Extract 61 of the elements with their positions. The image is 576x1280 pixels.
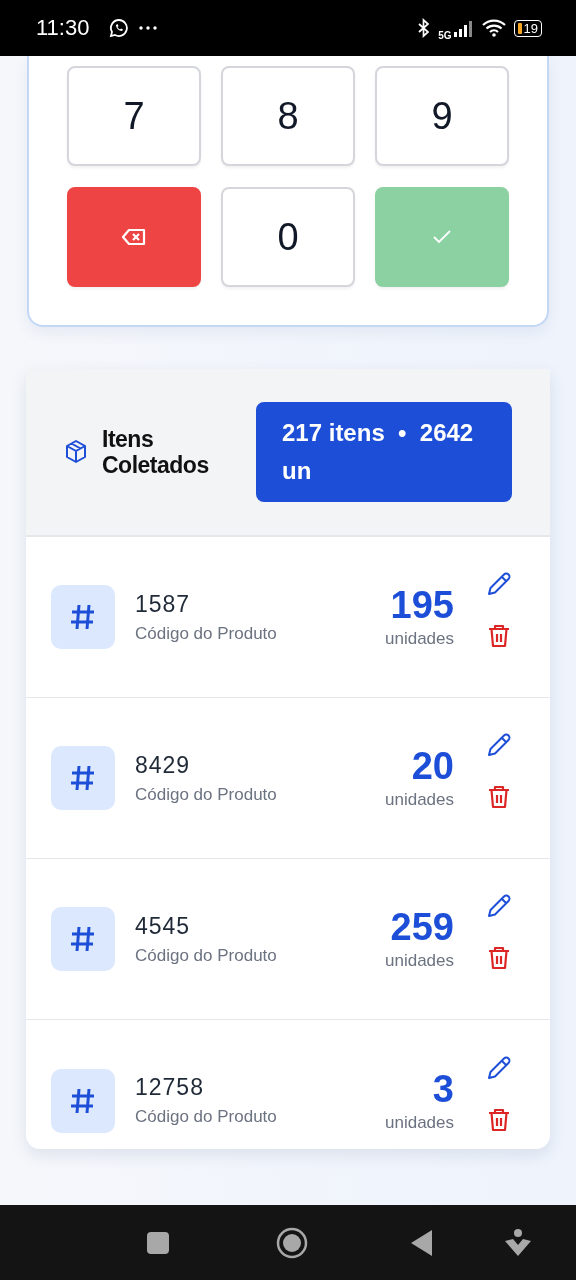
digit-key[interactable]: 7 — [67, 66, 201, 166]
product-code: 1587 — [135, 590, 191, 618]
delete-button[interactable] — [486, 623, 512, 649]
pencil-icon — [486, 732, 512, 758]
quantity-value: 259 — [390, 907, 454, 947]
unit-label: unidades — [385, 951, 454, 971]
quantity-value: 3 — [432, 1068, 454, 1109]
backspace-icon — [121, 228, 147, 246]
unit-label: unidades — [385, 629, 454, 649]
delete-button[interactable] — [486, 1106, 512, 1133]
signal-icon — [453, 19, 474, 37]
item-row[interactable]: 1587 Código do Produto 195 unidades — [26, 537, 550, 698]
product-code: 12758 — [135, 1074, 204, 1101]
edit-button[interactable] — [486, 893, 512, 919]
quantity-value: 20 — [411, 746, 454, 786]
edit-button[interactable] — [486, 732, 512, 758]
hash-icon — [51, 907, 115, 971]
back-button[interactable] — [410, 1228, 434, 1257]
code-label: Código do Produto — [135, 945, 277, 966]
wifi-icon — [481, 19, 506, 37]
battery-indicator: 19 — [513, 19, 542, 37]
hash-icon — [51, 746, 115, 810]
home-button[interactable] — [276, 1226, 308, 1259]
digit-key[interactable]: 0 — [221, 187, 355, 287]
hash-icon — [51, 585, 115, 649]
hash-icon — [51, 1068, 115, 1133]
code-label: Código do Produto — [135, 623, 277, 644]
network-type: 5G — [438, 29, 452, 41]
item-row[interactable]: 12758 Código do Produto 3 unidades — [26, 1020, 550, 1149]
delete-button[interactable] — [486, 784, 512, 810]
trash-icon — [486, 784, 512, 810]
box-icon — [64, 439, 88, 465]
trash-icon — [486, 945, 512, 971]
accessibility-button[interactable] — [504, 1228, 532, 1257]
more-icon — [139, 26, 158, 30]
clock-time: 11:30 — [36, 15, 90, 41]
edit-button[interactable] — [486, 571, 512, 597]
pencil-icon — [486, 571, 512, 597]
check-icon — [433, 230, 451, 244]
summary-badge: 217 itens • 2642 un — [256, 402, 512, 502]
item-row[interactable]: 8429 Código do Produto 20 unidades — [26, 698, 550, 859]
code-label: Código do Produto — [135, 1107, 277, 1127]
unit-label: unidades — [385, 1112, 454, 1133]
digit-key[interactable]: 9 — [375, 66, 509, 166]
edit-button[interactable] — [486, 1054, 512, 1081]
trash-icon — [486, 1106, 512, 1133]
chat-app-icon — [109, 18, 130, 38]
product-code: 4545 — [135, 912, 191, 940]
pencil-icon — [486, 1054, 512, 1081]
digit-key[interactable]: 8 — [221, 66, 355, 166]
product-code: 8429 — [135, 751, 191, 779]
bluetooth-icon — [418, 18, 431, 38]
delete-button[interactable] — [486, 945, 512, 971]
unit-label: unidades — [385, 790, 454, 810]
recents-button[interactable] — [146, 1230, 170, 1255]
code-label: Código do Produto — [135, 784, 277, 805]
item-row[interactable]: 4545 Código do Produto 259 unidades — [26, 859, 550, 1020]
trash-icon — [486, 623, 512, 649]
pencil-icon — [486, 893, 512, 919]
section-title: Itens Coletados — [102, 426, 210, 478]
quantity-value: 195 — [390, 585, 454, 625]
